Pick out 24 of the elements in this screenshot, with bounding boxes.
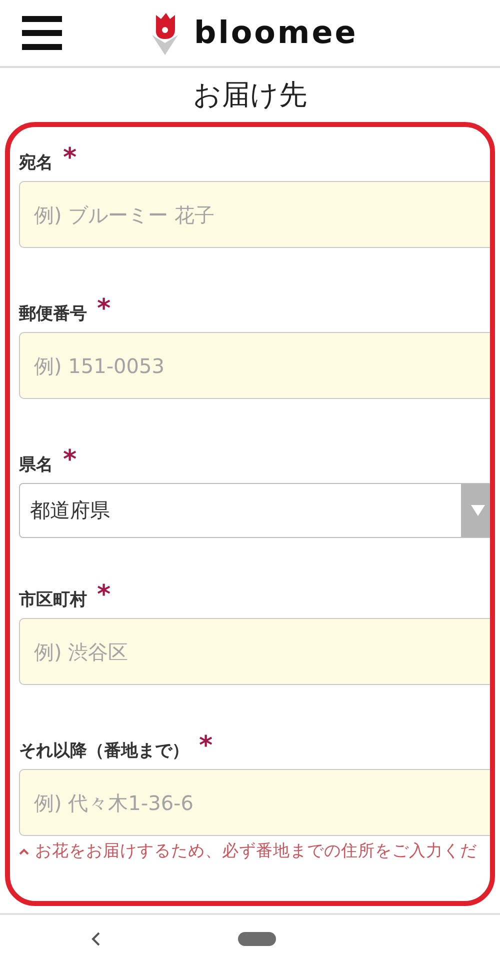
required-mark: * xyxy=(63,447,77,473)
field-label: 郵便番号 xyxy=(19,303,87,325)
field-label: それ以降（番地まで） xyxy=(19,740,189,762)
required-mark: * xyxy=(97,296,111,322)
field-label: 市区町村 xyxy=(19,589,87,611)
back-icon[interactable] xyxy=(91,930,101,946)
brand-name: bloomee xyxy=(194,15,358,51)
required-mark: * xyxy=(63,145,77,171)
flower-logo-icon xyxy=(150,11,180,55)
caret-up-icon xyxy=(19,848,29,854)
input-field[interactable]: 例) 代々木1-36-6 xyxy=(19,769,490,836)
field-label: 宛名 xyxy=(19,152,53,174)
address-note: お花をお届けするため、必ず番地までの住所をご入力くだ xyxy=(35,840,477,862)
required-mark: * xyxy=(97,582,111,608)
page-title: お届け先 xyxy=(193,77,307,113)
home-pill[interactable] xyxy=(238,932,276,946)
input-field[interactable]: 例) ブルーミー 花子 xyxy=(19,181,490,248)
prefecture-select[interactable]: 都道府県 xyxy=(19,483,490,538)
field-label: 県名 xyxy=(19,454,53,476)
required-mark: * xyxy=(199,733,213,759)
menu-icon[interactable] xyxy=(22,16,62,50)
input-field[interactable]: 例) 渋谷区 xyxy=(19,618,490,685)
input-field[interactable]: 例) 151-0053 xyxy=(19,332,490,399)
dropdown-arrow-icon xyxy=(470,505,484,516)
